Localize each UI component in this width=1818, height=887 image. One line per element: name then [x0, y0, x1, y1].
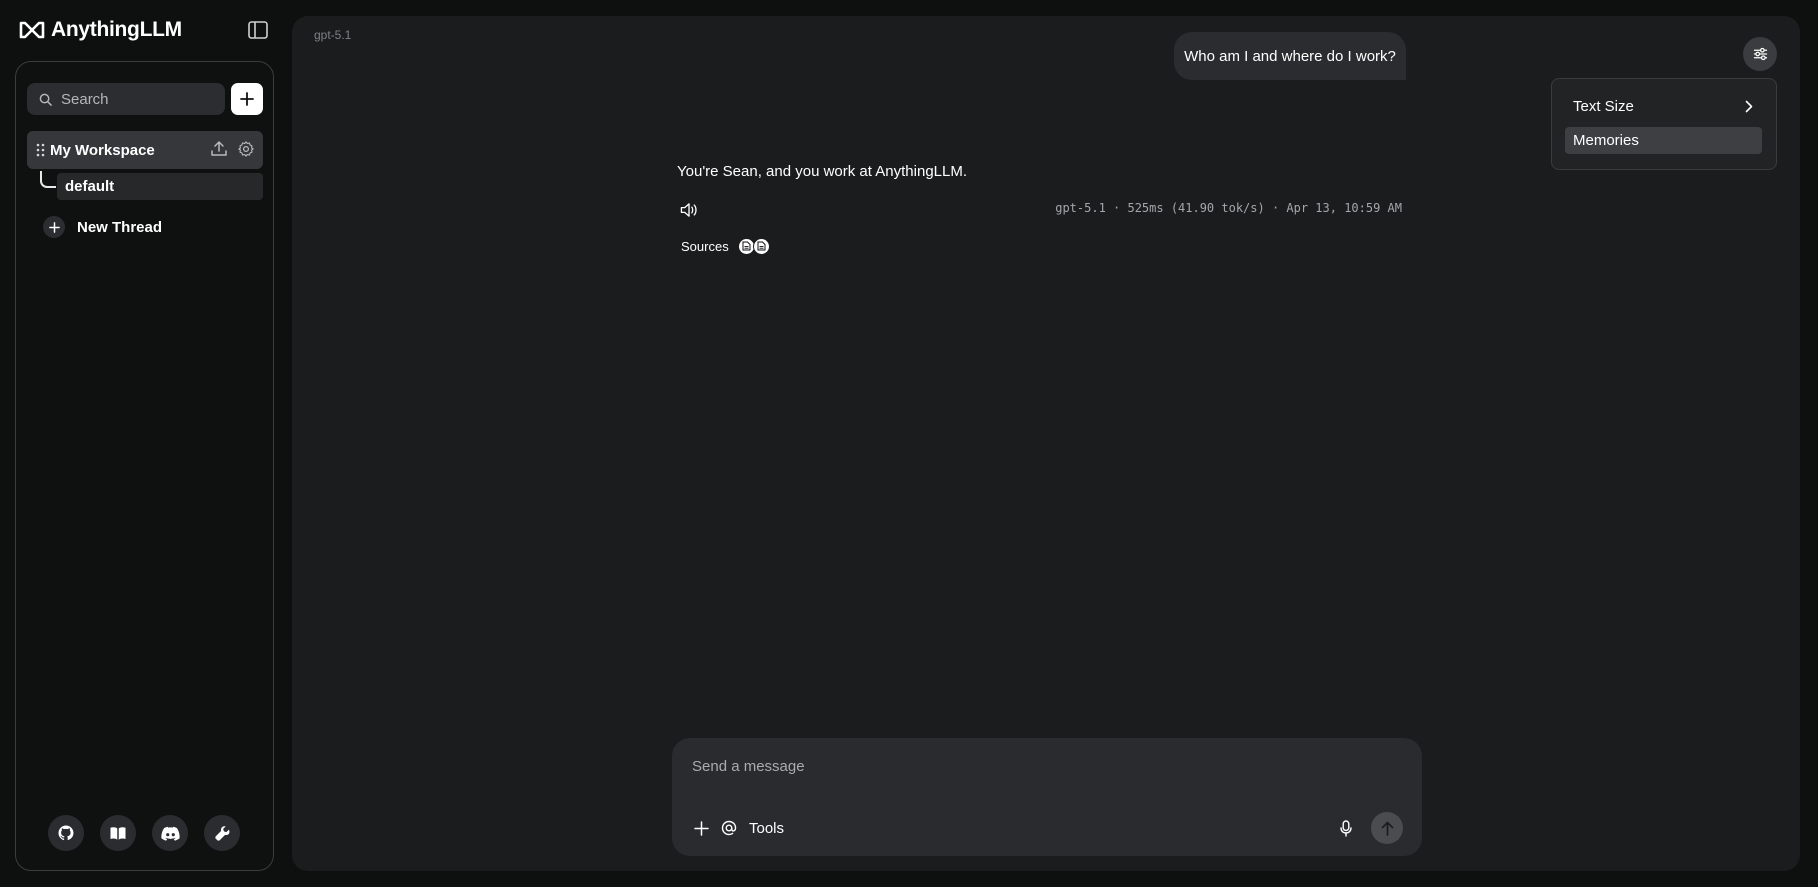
mention-at-icon[interactable] [721, 820, 737, 836]
send-button[interactable] [1371, 812, 1403, 844]
new-workspace-button[interactable] [231, 83, 263, 115]
new-thread-button[interactable]: New Thread [43, 215, 162, 239]
search-icon [39, 93, 52, 106]
upload-icon[interactable] [210, 140, 228, 158]
sidebar: My Workspace default [15, 61, 274, 871]
sidebar-item-my-workspace[interactable]: My Workspace [27, 131, 263, 169]
message-composer: Tools [672, 738, 1422, 856]
new-thread-label: New Thread [77, 218, 163, 236]
sidebar-toggle-icon[interactable] [247, 20, 269, 40]
microphone-icon[interactable] [1338, 818, 1354, 838]
user-message-bubble: Who am I and where do I work? [1174, 32, 1406, 80]
attach-plus-icon[interactable] [694, 820, 709, 836]
thread-connector [40, 171, 56, 188]
plus-icon [43, 216, 65, 238]
app-logo: AnythingLLM [19, 18, 182, 42]
workspace-name: My Workspace [50, 141, 155, 159]
chat-settings-button[interactable] [1743, 37, 1777, 71]
message-input[interactable] [692, 758, 1392, 784]
chat-settings-menu: Text Size Memories [1551, 78, 1777, 170]
discord-icon[interactable] [152, 815, 188, 851]
response-metadata: gpt-5.1 · 525ms (41.90 tok/s) · Apr 13, … [1055, 201, 1402, 215]
search-input[interactable] [61, 90, 211, 108]
search-box[interactable] [27, 83, 225, 115]
sources-button[interactable]: Sources [681, 236, 770, 256]
speaker-icon[interactable] [680, 201, 700, 219]
tools-button[interactable]: Tools [749, 820, 784, 837]
sidebar-footer [48, 815, 240, 851]
sources-label: Sources [681, 238, 729, 254]
user-message-text: Who am I and where do I work? [1184, 47, 1396, 65]
workspace-settings-gear-icon[interactable] [237, 140, 255, 158]
plus-icon [240, 92, 254, 106]
drag-handle-icon[interactable] [36, 143, 46, 157]
github-icon[interactable] [48, 815, 84, 851]
thread-item-default[interactable]: default [57, 173, 263, 200]
source-document-icon [752, 237, 770, 255]
menu-item-label: Text Size [1573, 98, 1634, 115]
chat-panel: gpt-5.1 Who am I and where do I work? Te… [292, 16, 1800, 871]
docs-book-icon[interactable] [100, 815, 136, 851]
app-window: AnythingLLM Search My Workspace default … [0, 0, 1818, 887]
menu-item-text-size[interactable]: Text Size [1565, 93, 1762, 120]
chevron-right-icon [1745, 100, 1753, 113]
menu-item-memories[interactable]: Memories [1565, 127, 1762, 154]
arrow-up-icon [1381, 821, 1394, 836]
anythingllm-logo-icon [19, 20, 45, 40]
app-name: AnythingLLM [51, 18, 182, 41]
model-label: gpt-5.1 [314, 28, 352, 42]
settings-wrench-icon[interactable] [204, 815, 240, 851]
thread-name: default [65, 178, 115, 195]
assistant-message-text: You're Sean, and you work at AnythingLLM… [677, 163, 968, 180]
menu-item-label: Memories [1573, 132, 1639, 149]
sliders-icon [1753, 47, 1768, 61]
